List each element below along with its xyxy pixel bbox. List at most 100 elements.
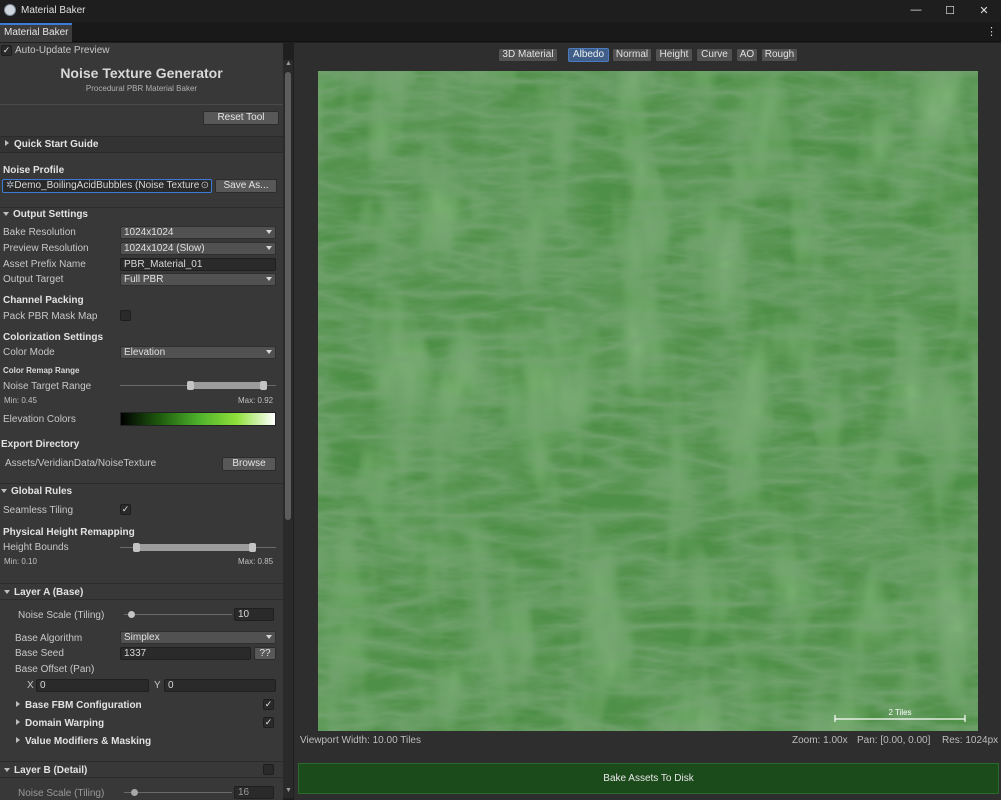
tool-title: Noise Texture Generator — [60, 65, 223, 81]
browse-button[interactable]: Browse — [222, 457, 276, 471]
chevron-down-icon — [4, 768, 10, 772]
slider-thumb[interactable] — [131, 789, 138, 796]
channel-packing-header: Channel Packing — [3, 295, 84, 306]
tab-bar: Material Baker ⋮ — [0, 22, 1001, 42]
preview-resolution-label: Preview Resolution — [3, 243, 89, 254]
layer-b-noise-scale-slider[interactable] — [124, 788, 232, 797]
value-modifiers-foldout[interactable]: Value Modifiers & Masking — [16, 736, 151, 747]
layer-a-foldout[interactable]: Layer A (Base) — [0, 583, 283, 600]
auto-update-checkbox[interactable]: ✓ — [1, 45, 12, 56]
chevron-down-icon — [266, 230, 272, 234]
tab-material-baker[interactable]: Material Baker — [0, 23, 73, 42]
maximize-icon[interactable]: ☐ — [933, 0, 967, 20]
color-remap-header: Color Remap Range — [3, 366, 80, 375]
offset-x-input[interactable]: 0 — [36, 679, 149, 692]
noise-profile-value: Demo_BoilingAcidBubbles (Noise Texture — [14, 180, 200, 191]
base-fbm-checkbox[interactable]: ✓ — [263, 699, 274, 710]
scroll-up-arrow-icon[interactable]: ▲ — [285, 60, 292, 67]
output-target-label: Output Target — [3, 274, 64, 285]
height-remap-header: Physical Height Remapping — [3, 527, 135, 538]
noise-target-range-slider[interactable] — [120, 381, 276, 390]
asset-prefix-label: Asset Prefix Name — [3, 259, 86, 270]
auto-update-label: Auto-Update Preview — [15, 45, 110, 56]
preview-resolution-dropdown[interactable]: 1024x1024 (Slow) — [120, 242, 276, 255]
quick-start-foldout[interactable]: Quick Start Guide — [0, 136, 283, 153]
object-picker-icon[interactable]: ⊙ — [201, 180, 209, 191]
tool-subtitle: Procedural PBR Material Baker — [85, 84, 198, 93]
range-max-handle[interactable] — [259, 381, 267, 390]
bake-assets-button[interactable]: Bake Assets To Disk — [298, 763, 999, 794]
global-divider — [0, 483, 283, 484]
color-mode-dropdown[interactable]: Elevation — [120, 346, 276, 359]
save-as-button[interactable]: Save As... — [215, 179, 277, 193]
layer-b-foldout[interactable]: Layer B (Detail) — [0, 761, 283, 778]
window-title: Material Baker — [21, 4, 86, 16]
layer-a-noise-scale-input[interactable]: 10 — [234, 608, 274, 621]
height-bounds-label: Height Bounds — [3, 542, 69, 553]
range-max-handle[interactable] — [248, 543, 256, 552]
layer-b-header: Layer B (Detail) — [14, 765, 88, 776]
chevron-down-icon — [266, 246, 272, 250]
channel-3d-material-button[interactable]: 3D Material — [498, 48, 558, 62]
slider-thumb[interactable] — [128, 611, 135, 618]
range-fill — [190, 382, 264, 389]
export-directory-header: Export Directory — [1, 439, 80, 450]
noise-profile-field[interactable]: ✲Demo_BoilingAcidBubbles (Noise Texture … — [2, 179, 212, 193]
chevron-right-icon — [16, 719, 20, 725]
channel-normal-button[interactable]: Normal — [612, 48, 652, 62]
scrollbar-thumb[interactable] — [285, 72, 291, 520]
minimize-icon[interactable]: — — [899, 0, 933, 20]
bake-resolution-dropdown[interactable]: 1024x1024 — [120, 226, 276, 239]
base-algorithm-dropdown[interactable]: Simplex — [120, 631, 276, 644]
domain-warping-checkbox[interactable]: ✓ — [263, 717, 274, 728]
layer-b-noise-scale-label: Noise Scale (Tiling) — [18, 788, 105, 799]
base-fbm-foldout[interactable]: Base FBM Configuration — [16, 700, 142, 711]
channel-albedo-button[interactable]: Albedo — [568, 48, 609, 62]
layer-a-noise-scale-slider[interactable] — [124, 610, 232, 619]
range-min-handle[interactable] — [132, 543, 140, 552]
layer-b-noise-scale-input[interactable]: 16 — [234, 786, 274, 799]
scroll-down-arrow-icon[interactable]: ▼ — [285, 787, 292, 794]
color-mode-label: Color Mode — [3, 347, 55, 358]
title-divider — [0, 104, 283, 105]
noise-target-range-label: Noise Target Range — [3, 381, 92, 392]
channel-ao-button[interactable]: AO — [736, 48, 758, 62]
height-bounds-min-text: Min: 0.10 — [4, 557, 37, 566]
domain-warping-foldout[interactable]: Domain Warping — [16, 718, 104, 729]
output-target-dropdown[interactable]: Full PBR — [120, 273, 276, 286]
close-icon[interactable]: ✕ — [967, 0, 1001, 20]
pack-mask-checkbox[interactable] — [120, 310, 131, 321]
random-seed-button[interactable]: ?? — [254, 647, 276, 660]
chevron-right-icon — [5, 140, 9, 146]
elevation-gradient-swatch[interactable] — [120, 412, 276, 426]
range-fill — [135, 544, 253, 551]
channel-curve-button[interactable]: Curve — [696, 48, 733, 62]
texture-preview-viewport[interactable] — [318, 71, 978, 731]
global-rules-header: Global Rules — [1, 486, 72, 497]
kebab-menu-icon[interactable]: ⋮ — [986, 25, 997, 38]
height-bounds-slider[interactable] — [120, 543, 276, 552]
target-range-min-text: Min: 0.45 — [4, 396, 37, 405]
offset-y-input[interactable]: 0 — [164, 679, 276, 692]
seamless-tiling-checkbox[interactable]: ✓ — [120, 504, 131, 515]
zoom-text: Zoom: 1.00x — [792, 735, 848, 746]
channel-height-button[interactable]: Height — [655, 48, 693, 62]
asset-prefix-input[interactable]: PBR_Material_01 — [120, 258, 276, 271]
colorization-header: Colorization Settings — [3, 332, 103, 343]
base-seed-input[interactable]: 1337 — [120, 647, 251, 660]
range-min-handle[interactable] — [187, 381, 195, 390]
bake-resolution-label: Bake Resolution — [3, 227, 76, 238]
reset-tool-button[interactable]: Reset Tool — [203, 111, 279, 125]
chevron-down-icon[interactable] — [3, 212, 9, 216]
chevron-down-icon[interactable] — [1, 489, 7, 493]
target-range-max-text: Max: 0.92 — [238, 396, 274, 405]
channel-rough-button[interactable]: Rough — [761, 48, 798, 62]
seamless-tiling-label: Seamless Tiling — [3, 505, 74, 516]
noise-profile-header: Noise Profile — [3, 165, 65, 176]
inspector-panel: ✓ Auto-Update Preview Noise Texture Gene… — [0, 43, 283, 800]
viewport-width-text: Viewport Width: 10.00 Tiles — [300, 735, 421, 746]
layer-b-enable-checkbox[interactable] — [263, 764, 274, 775]
quick-start-label: Quick Start Guide — [14, 139, 99, 150]
offset-x-label: X — [27, 680, 34, 691]
pan-text: Pan: [0.00, 0.00] — [857, 735, 931, 746]
